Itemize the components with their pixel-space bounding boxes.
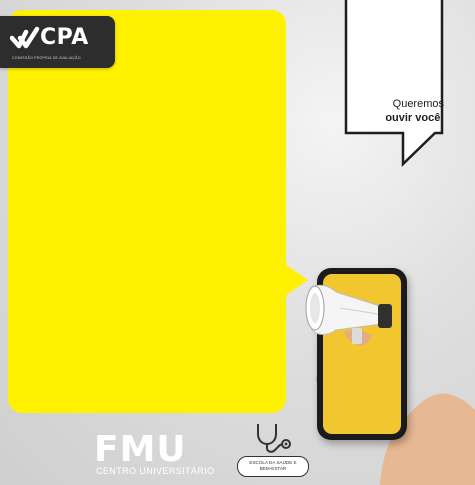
- callout-text-line1: Queremos: [392, 98, 444, 110]
- speech-bubble-shape: [344, 0, 444, 167]
- speech-callout: Queremos ouvir você!: [340, 0, 452, 168]
- megaphone-icon: [305, 284, 392, 346]
- school-badge: ESCOLA DA SAÚDE E BEM-ESTAR: [237, 456, 309, 477]
- stethoscope-icon: [257, 424, 291, 453]
- checkmark-icon: [10, 26, 40, 49]
- fmu-logo: FMU: [94, 429, 187, 470]
- poster: CPA COMISSÃO PRÓPRIA DE AVALIAÇÃO Querem…: [0, 0, 475, 485]
- callout-text-line2: ouvir você!: [385, 112, 444, 124]
- fmu-subtitle: CENTRO UNIVERSITÁRIO: [96, 466, 215, 476]
- cpa-subtitle: COMISSÃO PRÓPRIA DE AVALIAÇÃO: [12, 56, 81, 60]
- school-line2: BEM-ESTAR: [259, 466, 287, 471]
- cpa-logo: CPA COMISSÃO PRÓPRIA DE AVALIAÇÃO: [0, 16, 115, 68]
- yellow-content-box: [8, 10, 286, 413]
- cpa-title: CPA: [40, 25, 89, 50]
